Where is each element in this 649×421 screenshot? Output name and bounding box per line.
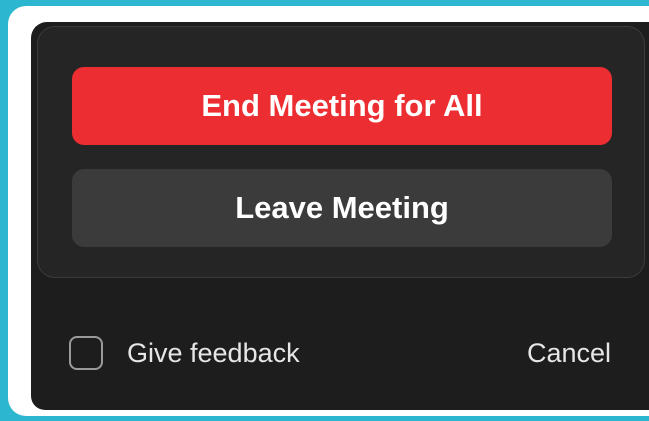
give-feedback-label: Give feedback [127,337,300,368]
dialog-footer: Give feedback Cancel [31,318,641,388]
give-feedback-checkbox[interactable] [69,336,103,370]
cancel-button[interactable]: Cancel [527,338,611,369]
end-meeting-dialog: End Meeting for All Leave Meeting Give f… [31,22,649,410]
action-panel: End Meeting for All Leave Meeting [37,26,645,278]
give-feedback-option[interactable]: Give feedback [69,336,300,370]
end-meeting-for-all-button[interactable]: End Meeting for All [72,67,612,145]
leave-meeting-button[interactable]: Leave Meeting [72,169,612,247]
